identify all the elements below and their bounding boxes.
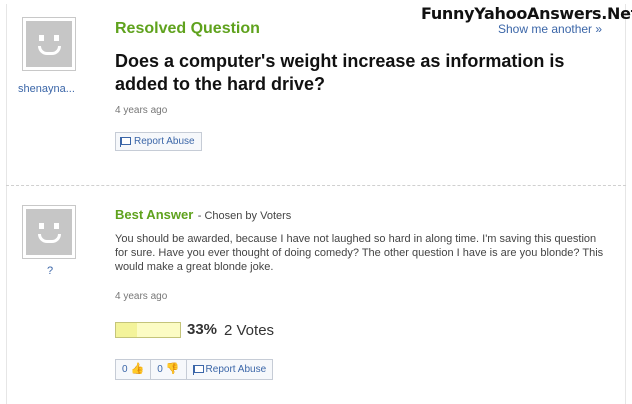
- question-text: Does a computer's weight increase as inf…: [115, 51, 565, 94]
- vote-progress-fill: [116, 323, 138, 337]
- flag-icon: [192, 364, 204, 375]
- thumbs-up-button[interactable]: 0 👍: [116, 360, 152, 379]
- vote-count: 2 Votes: [224, 322, 275, 339]
- best-answer-heading: Best Answer - Chosen by Voters: [115, 206, 291, 224]
- answer-text: You should be awarded, because I have no…: [115, 233, 604, 273]
- vote-progress-bar: [115, 322, 181, 338]
- report-abuse-label: Report Abuse: [205, 364, 267, 375]
- resolved-question-heading: Resolved Question: [115, 20, 260, 37]
- chosen-by-label: - Chosen by Voters: [197, 210, 292, 222]
- thumbs-down-count: 0: [157, 364, 163, 375]
- show-another-link[interactable]: Show me another »: [498, 22, 602, 36]
- flag-icon: [120, 136, 131, 147]
- default-avatar-icon: [26, 21, 72, 67]
- answer-avatar[interactable]: [22, 205, 76, 259]
- thumbs-up-icon: 👍: [130, 363, 145, 375]
- answer-time: 4 years ago: [115, 291, 168, 302]
- answer-report-abuse-button[interactable]: Report Abuse: [187, 360, 273, 379]
- question-avatar[interactable]: [22, 17, 76, 71]
- section-divider: [6, 185, 626, 186]
- answer-user-name[interactable]: ?: [47, 265, 53, 277]
- answer-actions: 0 👍 0 👎 Report Abuse: [115, 359, 274, 380]
- thumbs-up-count: 0: [122, 364, 128, 375]
- thumbs-down-icon: 👎: [165, 363, 180, 375]
- site-watermark: FunnyYahooAnswers.Net: [421, 4, 632, 23]
- question-user-name[interactable]: shenayna...: [18, 83, 75, 95]
- best-answer-title: Best Answer: [115, 207, 194, 222]
- question-report-abuse-button[interactable]: Report Abuse: [115, 132, 202, 151]
- default-avatar-icon: [26, 209, 72, 255]
- report-abuse-label: Report Abuse: [134, 136, 195, 147]
- thumbs-down-button[interactable]: 0 👎: [151, 360, 187, 379]
- vote-percent: 33%: [187, 321, 218, 338]
- question-time: 4 years ago: [115, 105, 168, 116]
